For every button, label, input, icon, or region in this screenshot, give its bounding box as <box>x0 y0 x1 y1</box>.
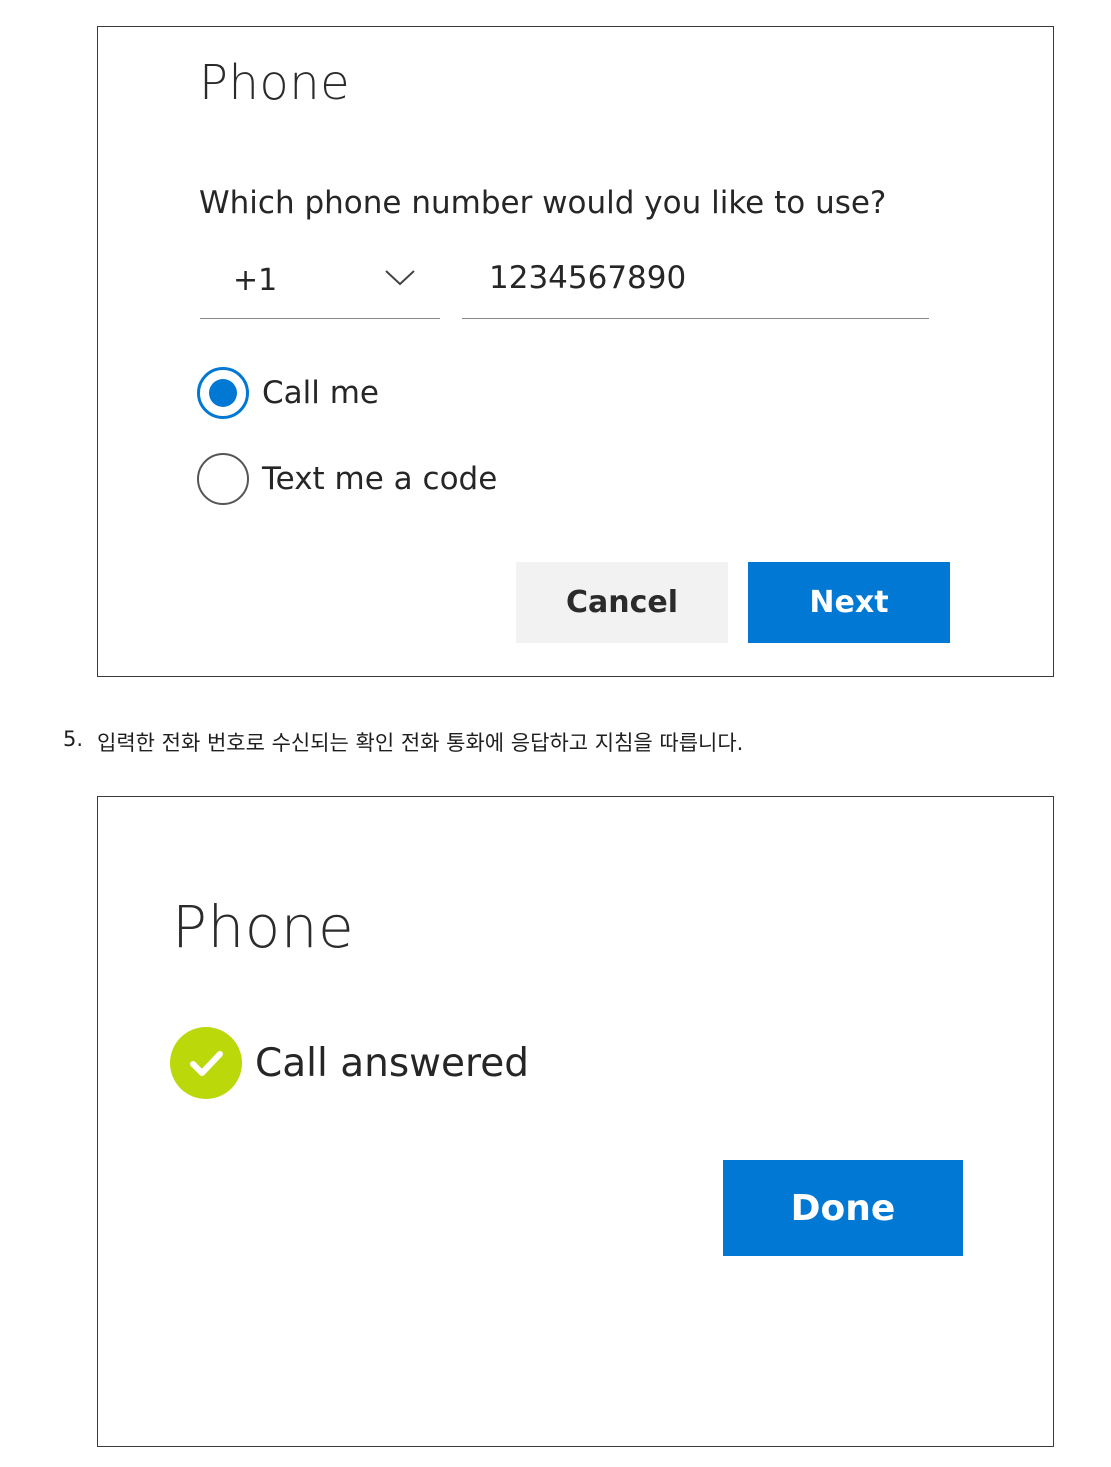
instruction-step: 5. 입력한 전화 번호로 수신되는 확인 전화 통화에 응답하고 지침을 따릅… <box>63 727 743 757</box>
cancel-button[interactable]: Cancel <box>516 562 728 643</box>
radio-button-selected[interactable] <box>197 367 249 419</box>
country-code-value: +1 <box>233 263 278 298</box>
phone-number-input[interactable] <box>462 255 929 319</box>
step-text: 입력한 전화 번호로 수신되는 확인 전화 통화에 응답하고 지침을 따릅니다. <box>97 731 744 755</box>
radio-label-call-me: Call me <box>262 375 379 411</box>
radio-button-unselected[interactable] <box>197 453 249 505</box>
step-number: 5. <box>63 727 84 751</box>
checkmark-circle-icon <box>170 1027 242 1099</box>
dialog-title: Phone <box>172 893 355 961</box>
page: Phone Which phone number would you like … <box>0 0 1111 1467</box>
call-answered-dialog-screenshot: Phone Call answered Done <box>97 796 1054 1447</box>
done-button[interactable]: Done <box>723 1160 963 1256</box>
country-code-select[interactable]: +1 <box>200 255 440 319</box>
radio-call-me[interactable]: Call me <box>197 367 379 419</box>
dialog-title: Phone <box>199 55 351 111</box>
radio-label-text-me: Text me a code <box>262 461 498 497</box>
status-call-answered: Call answered <box>255 1041 529 1086</box>
next-button[interactable]: Next <box>748 562 950 643</box>
phone-question: Which phone number would you like to use… <box>199 185 887 221</box>
radio-text-me-a-code[interactable]: Text me a code <box>197 453 497 505</box>
chevron-down-icon <box>385 270 415 286</box>
phone-dialog-screenshot: Phone Which phone number would you like … <box>97 26 1054 677</box>
